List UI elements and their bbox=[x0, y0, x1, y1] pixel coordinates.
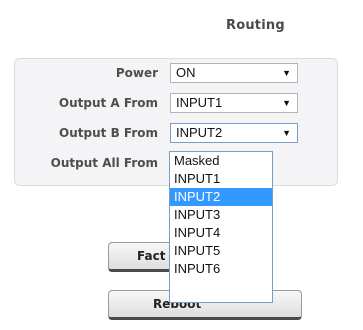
dropdown-option-input5[interactable]: INPUT5 bbox=[170, 242, 272, 260]
dropdown-option-input2[interactable]: INPUT2 bbox=[170, 188, 272, 206]
dropdown-option-masked[interactable]: Masked bbox=[170, 152, 272, 170]
factory-default-button-label: Fact bbox=[137, 249, 166, 263]
page-title: Routing bbox=[226, 18, 285, 33]
output-a-select-value: INPUT1 bbox=[176, 95, 223, 110]
dropdown-option-input6[interactable]: INPUT6 bbox=[170, 260, 272, 278]
output-b-dropdown-list[interactable]: Masked INPUT1 INPUT2 INPUT3 INPUT4 INPUT… bbox=[169, 151, 273, 303]
dropdown-option-input4[interactable]: INPUT4 bbox=[170, 224, 272, 242]
output-a-label: Output A From bbox=[58, 96, 158, 110]
caret-down-icon: ▼ bbox=[282, 68, 291, 78]
output-b-select-value: INPUT2 bbox=[176, 125, 223, 140]
output-all-label: Output All From bbox=[50, 156, 158, 170]
caret-down-icon: ▼ bbox=[282, 128, 291, 138]
power-select-value: ON bbox=[176, 65, 196, 80]
caret-down-icon: ▼ bbox=[282, 98, 291, 108]
power-label: Power bbox=[115, 66, 158, 80]
dropdown-option-input1[interactable]: INPUT1 bbox=[170, 170, 272, 188]
output-b-label: Output B From bbox=[59, 126, 158, 140]
output-a-select[interactable]: INPUT1 ▼ bbox=[170, 93, 298, 113]
dropdown-option-input3[interactable]: INPUT3 bbox=[170, 206, 272, 224]
output-b-select[interactable]: INPUT2 ▼ bbox=[170, 123, 298, 143]
power-select[interactable]: ON ▼ bbox=[170, 63, 298, 83]
